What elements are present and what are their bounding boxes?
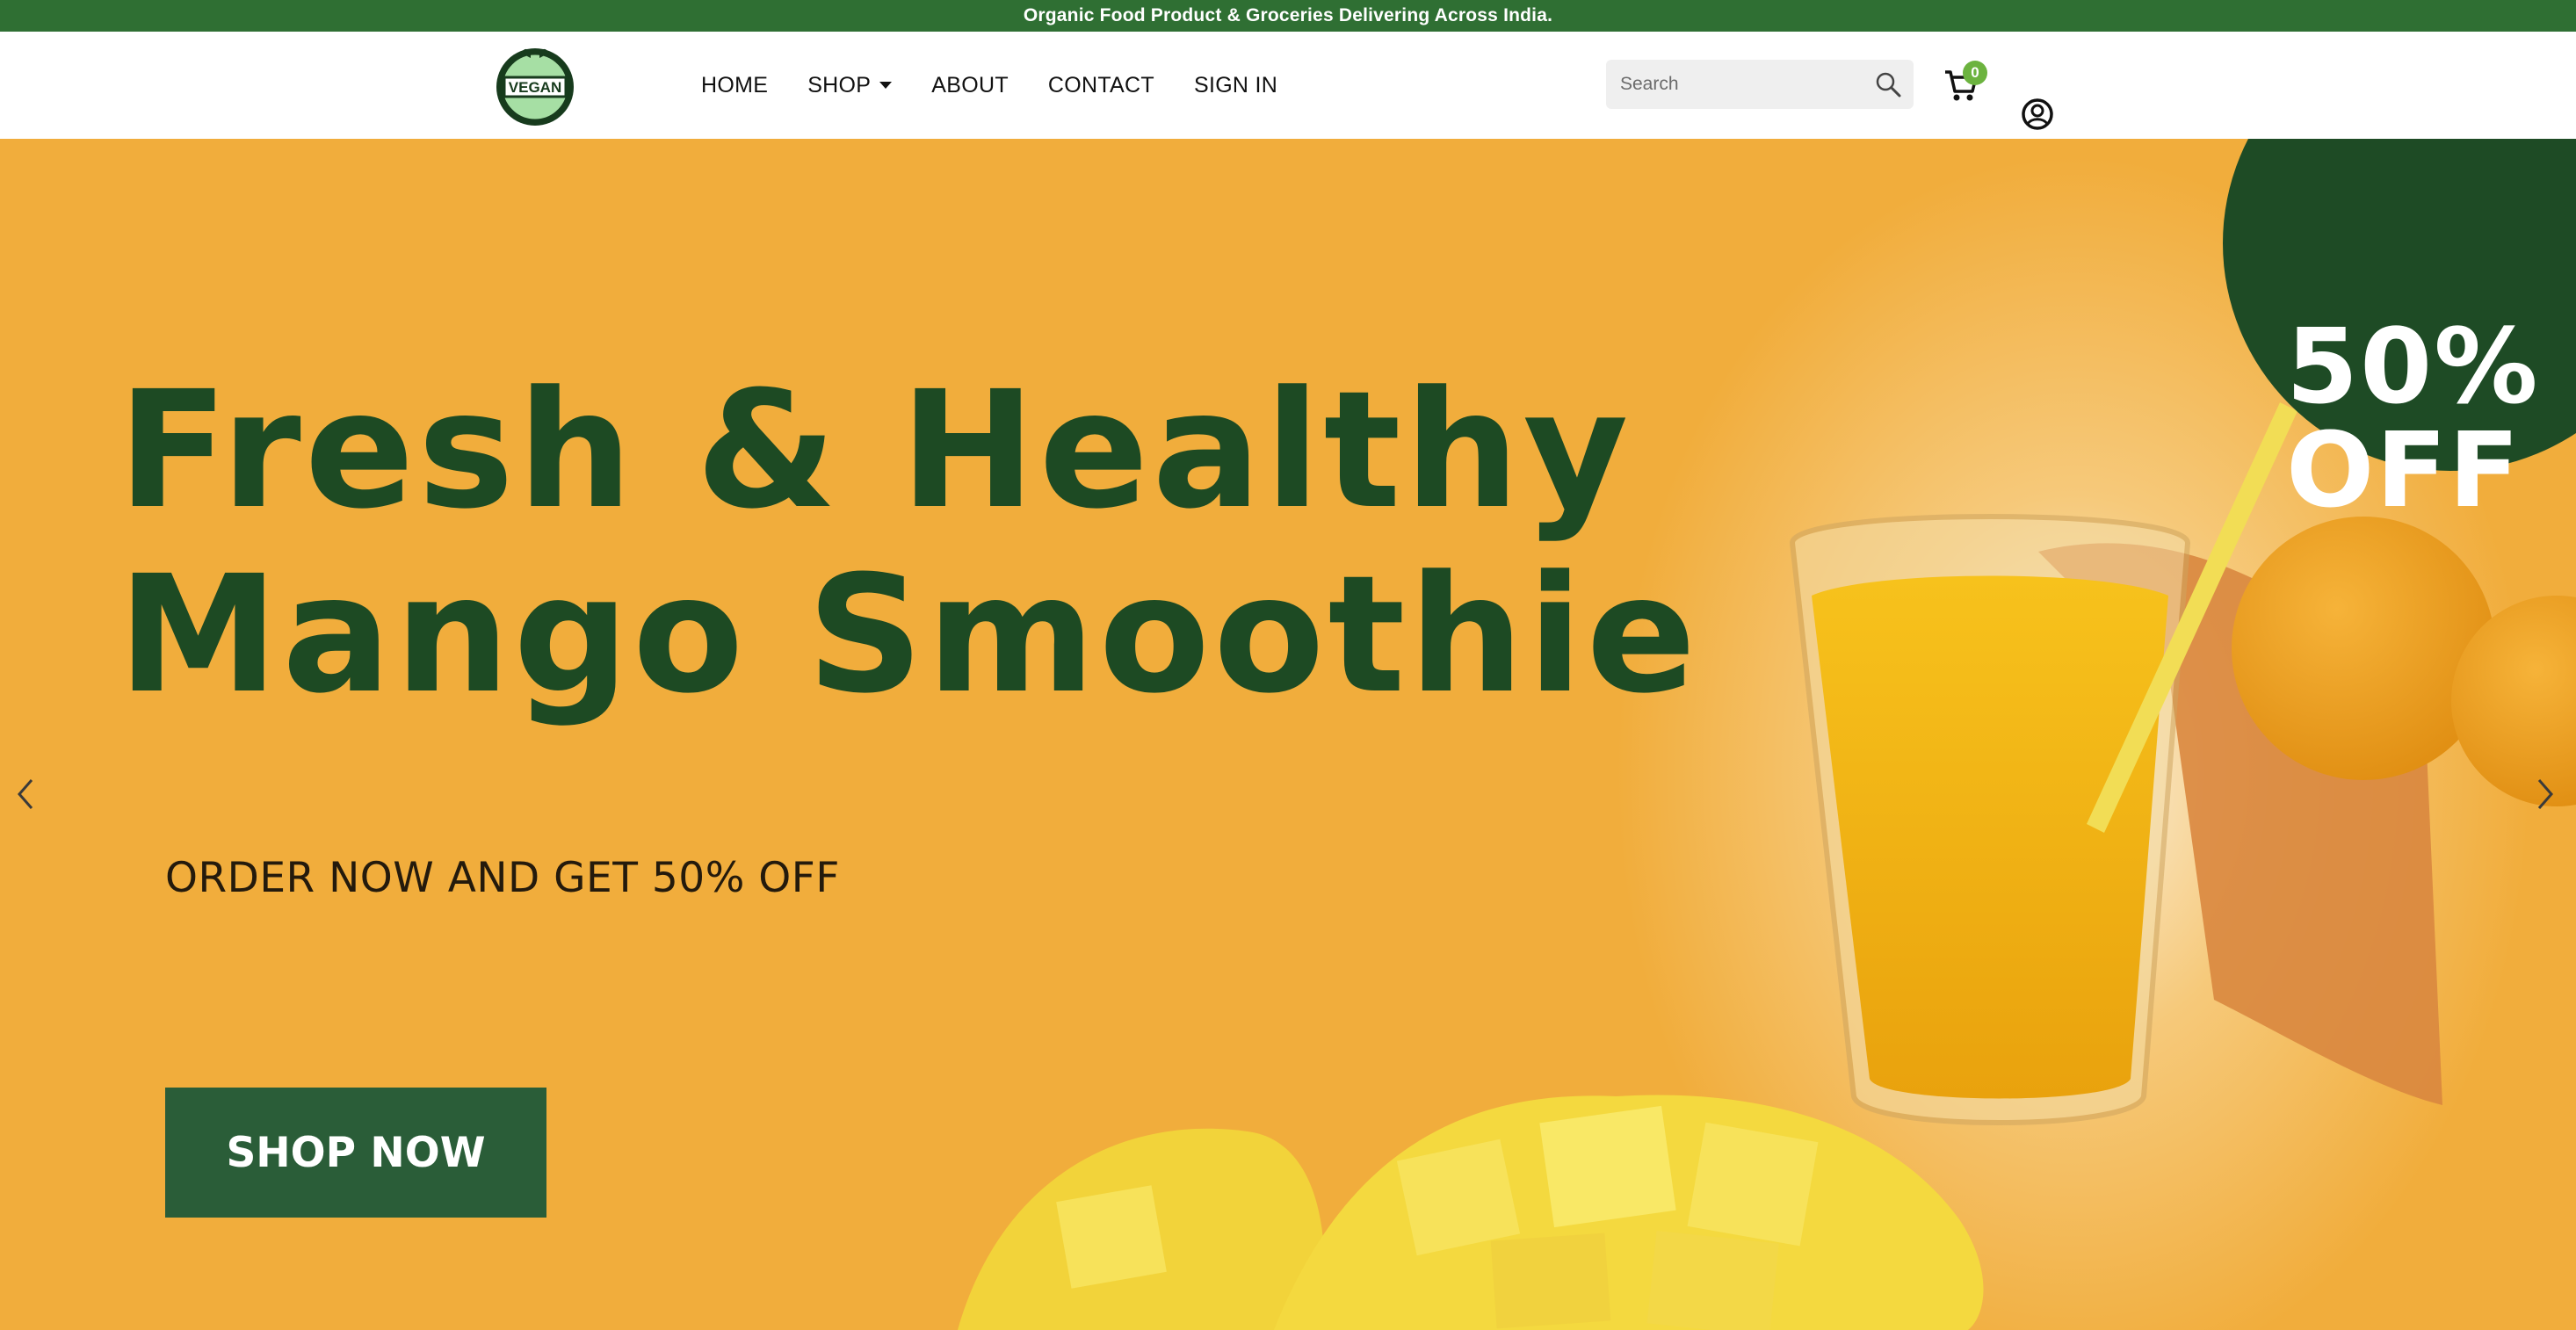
shop-now-button[interactable]: SHOP NOW [165, 1088, 546, 1218]
nav-contact[interactable]: CONTACT [1048, 73, 1154, 98]
search-box [1606, 60, 1914, 109]
announcement-bar: Organic Food Product & Groceries Deliver… [0, 0, 2576, 32]
logo-text: VEGAN [509, 79, 561, 96]
vegan-logo[interactable]: VEGAN [492, 42, 578, 128]
site-header: VEGAN HOME SHOP ABOUT CONTACT SIGN IN 0 [0, 32, 2576, 140]
hero-headline-line2: Mango Smoothie [118, 541, 1700, 729]
discount-off: OFF [2286, 409, 2522, 531]
cart-count-badge: 0 [1963, 61, 1987, 85]
nav-home-label: HOME [701, 72, 769, 98]
nav-about-label: ABOUT [931, 72, 1009, 98]
logo-badge-icon: VEGAN [496, 48, 574, 126]
nav-shop[interactable]: SHOP [807, 72, 893, 98]
hero-headline-line1: Fresh & Healthy [118, 357, 1632, 545]
announcement-text: Organic Food Product & Groceries Deliver… [1023, 5, 1553, 25]
nav-about[interactable]: ABOUT [931, 73, 1009, 98]
nav-sign-in-label: SIGN IN [1193, 72, 1278, 98]
hero-headline: Fresh & Healthy Mango Smoothie [118, 358, 1699, 727]
nav-contact-label: CONTACT [1047, 72, 1154, 98]
account-icon[interactable] [2021, 98, 2054, 131]
hero-subheadline: ORDER NOW AND GET 50% OFF [165, 854, 840, 902]
nav-sign-in[interactable]: SIGN IN [1194, 73, 1277, 98]
main-nav: HOME SHOP ABOUT CONTACT SIGN IN [701, 32, 1317, 139]
chevron-down-icon [879, 82, 893, 89]
arrow-right-icon[interactable] [2529, 768, 2564, 820]
search-input[interactable] [1606, 73, 1875, 96]
arrow-left-icon[interactable] [7, 768, 42, 820]
hero-banner: Fresh & Healthy Mango Smoothie ORDER NOW… [0, 139, 2576, 1330]
nav-shop-label: SHOP [807, 72, 872, 98]
discount-text: 50% OFF [2286, 314, 2539, 522]
search-icon[interactable] [1875, 71, 1901, 98]
nav-home[interactable]: HOME [701, 73, 768, 98]
